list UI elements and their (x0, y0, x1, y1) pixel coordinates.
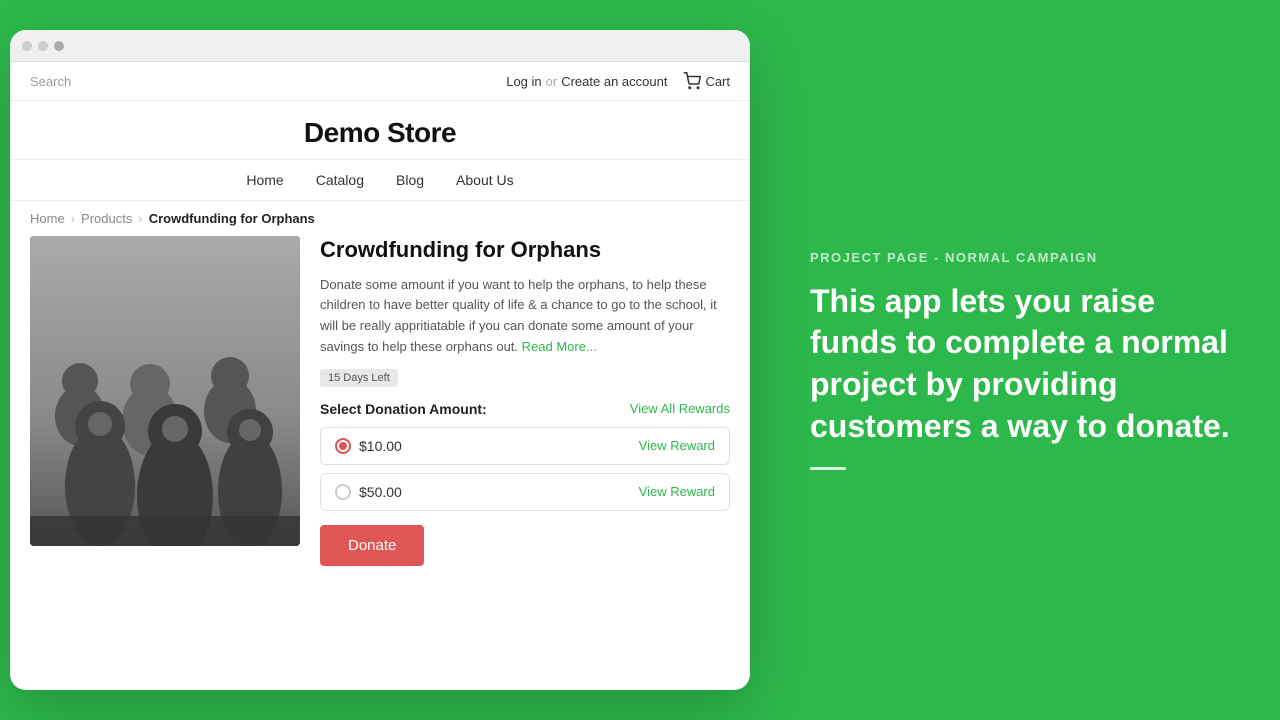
search-label[interactable]: Search (30, 74, 71, 89)
breadcrumb-home[interactable]: Home (30, 211, 65, 226)
browser-window: Search Log in or Create an account Cart … (10, 30, 750, 690)
product-info: Crowdfunding for Orphans Donate some amo… (320, 236, 730, 566)
nav-home[interactable]: Home (246, 172, 283, 188)
right-subtitle: PROJECT PAGE - NORMAL CAMPAIGN (810, 250, 1230, 265)
days-left-badge: 15 Days Left (320, 369, 398, 387)
read-more-link[interactable]: Read More... (522, 339, 597, 354)
radio-btn-2[interactable] (335, 484, 351, 500)
cart-area[interactable]: Cart (683, 72, 730, 90)
nav-about[interactable]: About Us (456, 172, 514, 188)
breadcrumb-products[interactable]: Products (81, 211, 132, 226)
donate-button[interactable]: Donate (320, 525, 424, 566)
donation-option-1[interactable]: $10.00 View Reward (320, 427, 730, 465)
donation-title-text: Select Donation Amount: (320, 401, 487, 417)
right-divider (810, 467, 846, 470)
browser-dot-red (22, 41, 32, 51)
radio-btn-1[interactable] (335, 438, 351, 454)
store-title: Demo Store (30, 117, 730, 149)
right-panel: PROJECT PAGE - NORMAL CAMPAIGN This app … (760, 0, 1280, 720)
cart-icon (683, 72, 701, 90)
product-image (30, 236, 300, 546)
store-content: Search Log in or Create an account Cart … (10, 62, 750, 690)
top-bar: Search Log in or Create an account Cart (10, 62, 750, 101)
product-description: Donate some amount if you want to help t… (320, 275, 730, 358)
cart-label: Cart (705, 74, 730, 89)
donation-amount-2: $50.00 (359, 484, 402, 500)
right-title: This app lets you raise funds to complet… (810, 281, 1230, 447)
donation-option-2-left: $50.00 (335, 484, 402, 500)
nav-blog[interactable]: Blog (396, 172, 424, 188)
or-separator: or (546, 74, 558, 89)
view-all-rewards-link[interactable]: View All Rewards (630, 401, 730, 416)
donation-option-2[interactable]: $50.00 View Reward (320, 473, 730, 511)
view-reward-link-1[interactable]: View Reward (639, 438, 715, 453)
store-title-area: Demo Store (10, 101, 750, 160)
login-link[interactable]: Log in (506, 74, 541, 89)
browser-chrome (10, 30, 750, 62)
breadcrumb-current: Crowdfunding for Orphans (149, 211, 315, 226)
view-reward-link-2[interactable]: View Reward (639, 484, 715, 499)
browser-dot-green (54, 41, 64, 51)
radio-inner-1 (339, 442, 347, 450)
breadcrumb-sep-2: › (138, 211, 142, 226)
children-silhouette (30, 236, 300, 546)
donation-amount-1: $10.00 (359, 438, 402, 454)
product-title: Crowdfunding for Orphans (320, 236, 730, 265)
product-area: Crowdfunding for Orphans Donate some amo… (10, 236, 750, 582)
photo-bg (30, 236, 300, 546)
store-nav: Home Catalog Blog About Us (10, 160, 750, 201)
donation-option-1-left: $10.00 (335, 438, 402, 454)
breadcrumb: Home › Products › Crowdfunding for Orpha… (10, 201, 750, 236)
breadcrumb-sep-1: › (71, 211, 75, 226)
browser-dot-yellow (38, 41, 48, 51)
donation-section-header: Select Donation Amount: View All Rewards (320, 401, 730, 417)
left-panel: Search Log in or Create an account Cart … (0, 0, 760, 720)
create-account-link[interactable]: Create an account (561, 74, 667, 89)
nav-catalog[interactable]: Catalog (316, 172, 364, 188)
